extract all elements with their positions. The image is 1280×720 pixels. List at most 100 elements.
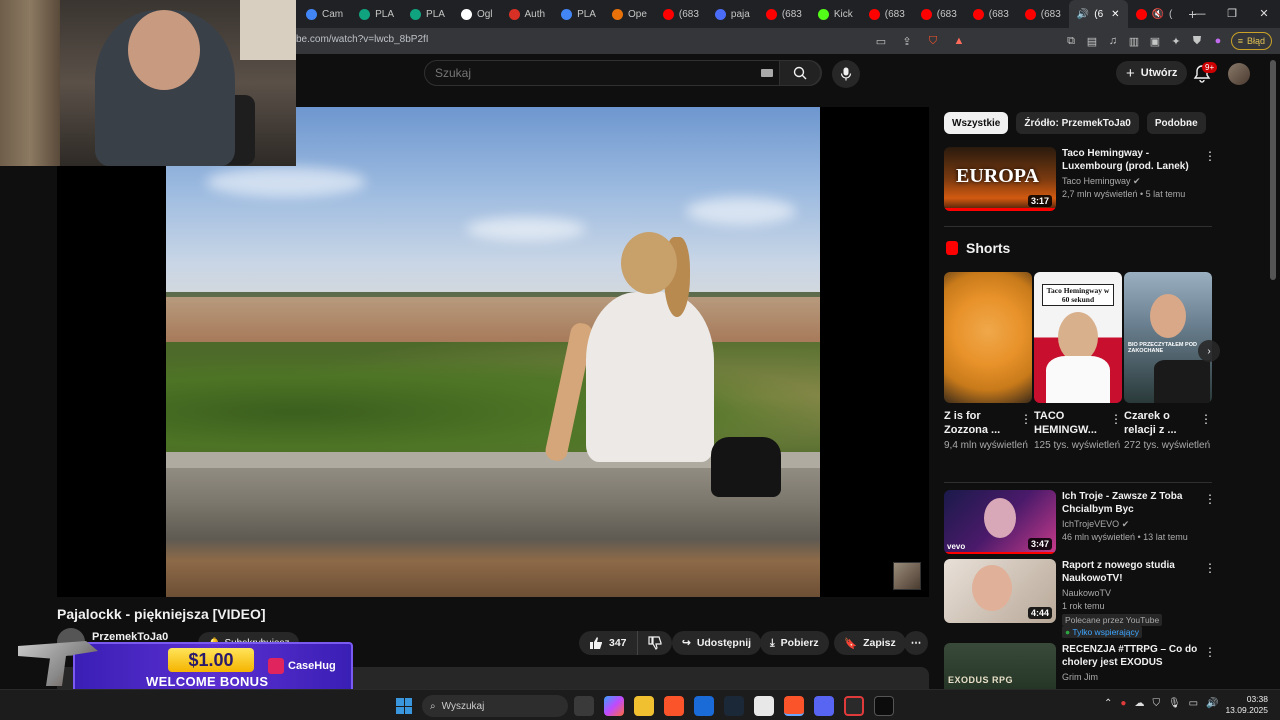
voice-search-button[interactable] (832, 60, 860, 88)
rec-meta: 1 rok temu (1062, 601, 1105, 611)
shorts-next-button[interactable]: › (1198, 340, 1220, 362)
recommended-video[interactable]: vevo 3:47 Ich Troje - Zawsze Z Toba Chci… (944, 490, 1216, 556)
tray-app-icon[interactable]: ● (1120, 698, 1126, 709)
channel-watermark[interactable] (893, 562, 921, 590)
short-item[interactable]: Z is for Zozzona ... 9,4 mln wyświetleń … (944, 272, 1032, 452)
promo-banner[interactable]: $1.00 WELCOME BONUS CaseHug (18, 636, 354, 694)
music-icon[interactable]: ♫ (1104, 32, 1122, 50)
browser-tab[interactable]: PLA (351, 0, 402, 28)
recommended-video[interactable]: EXODUS RPG RECENZJA #TTRPG – Co do chole… (944, 643, 1214, 689)
brave-active-icon[interactable] (784, 696, 804, 716)
recommended-video[interactable]: 4:44 Raport z nowego studia NaukowoTV! N… (944, 559, 1216, 639)
browser-tab[interactable]: Kick (810, 0, 861, 28)
more-icon[interactable]: ⋮ (1204, 492, 1216, 506)
brave-icon[interactable] (664, 696, 684, 716)
recommended-video[interactable]: EUROPA 3:17 Taco Hemingway - Luxembourg … (944, 147, 1216, 213)
browser-tab[interactable]: Ope (604, 0, 655, 28)
taskbar-clock[interactable]: 03:38 13.09.2025 (1224, 694, 1268, 716)
wallet-icon[interactable]: ▣ (1146, 32, 1164, 50)
rec-channel: Grim Jim (1062, 672, 1098, 682)
cloud-icon[interactable]: ☁ (1134, 698, 1144, 709)
close-tab-icon[interactable]: ✕ (1111, 9, 1119, 20)
tab-favicon-icon (920, 8, 932, 20)
browser-tab[interactable]: PLA (553, 0, 604, 28)
more-icon[interactable]: ⋮ (1200, 412, 1212, 426)
more-icon[interactable]: ⋮ (1204, 149, 1216, 163)
members-only-tag: ● Tylko wspierający (1062, 626, 1142, 638)
minimize-button[interactable]: — (1184, 0, 1216, 28)
terminal-icon[interactable] (874, 696, 894, 716)
browser-tab[interactable]: Ogl (453, 0, 501, 28)
video-duration: 3:17 (1027, 195, 1052, 207)
download-button[interactable]: ⤓ Pobierz (760, 631, 829, 655)
reading-list-icon[interactable]: ▥ (1125, 32, 1143, 50)
volume-icon[interactable]: 🔊 (1206, 698, 1218, 709)
browser-tab[interactable]: (683 (861, 0, 913, 28)
url-field[interactable]: be.com/watch?v=lwcb_8bP2fI (296, 34, 429, 45)
save-button[interactable]: 🔖 Zapisz (834, 631, 906, 655)
more-icon[interactable]: ⋮ (1020, 412, 1032, 426)
maximize-button[interactable]: ❐ (1216, 0, 1248, 28)
windows-start-icon[interactable] (396, 698, 412, 714)
browser-tab[interactable]: (683 (1017, 0, 1069, 28)
display-icon[interactable]: ▭ (1189, 698, 1198, 709)
tab-last[interactable]: 🔇 ( (1128, 0, 1181, 28)
browser-tab[interactable]: (683 (913, 0, 965, 28)
shield-icon[interactable]: ⛉ (1152, 698, 1160, 709)
steam-icon[interactable] (724, 696, 744, 716)
ai-icon[interactable]: ✦ (1167, 32, 1185, 50)
discord-icon[interactable] (814, 696, 834, 716)
sidebar-icon[interactable]: ▤ (1083, 32, 1101, 50)
dislike-button[interactable] (637, 631, 672, 655)
browser-tab[interactable]: (683 (758, 0, 810, 28)
file-explorer-icon[interactable] (634, 696, 654, 716)
tab-active[interactable]: 🔊 (6 ✕ (1068, 0, 1128, 28)
keyboard-icon[interactable] (761, 69, 773, 77)
short-item[interactable]: BIO PRZECZYTAŁEM POD ZAKOCHANE Czarek o … (1124, 272, 1212, 452)
error-button[interactable]: ≡ Błąd (1230, 32, 1272, 50)
microphone-icon[interactable]: 🎙 (1168, 698, 1181, 709)
chip-all[interactable]: Wszystkie (944, 112, 1009, 134)
brave-rewards-icon[interactable]: ▲ (950, 32, 968, 50)
share-button[interactable]: ↪ Udostępnij (672, 631, 762, 655)
tab-strip: Cam PLA PLA Ogl Auth PLA Ope (683 paja (683 Kick (6… (298, 0, 1069, 28)
browser-tab[interactable]: Cam (298, 0, 351, 28)
extensions-icon[interactable]: ⧉ (1062, 32, 1080, 50)
chip-similar[interactable]: Podobne (1146, 112, 1206, 134)
screen-cast-icon[interactable]: ▭ (872, 32, 890, 50)
task-view-icon[interactable] (574, 696, 594, 716)
page-scrollbar[interactable] (1270, 60, 1276, 280)
more-actions-button[interactable]: ⋯ (904, 631, 928, 655)
video-player[interactable] (57, 107, 929, 597)
copilot-icon[interactable] (604, 696, 624, 716)
search-input[interactable] (425, 66, 755, 80)
chevron-right-icon[interactable]: › (1188, 115, 1192, 129)
browser-tab[interactable]: (683 (965, 0, 1017, 28)
close-window-button[interactable]: ✕ (1248, 0, 1280, 28)
short-item[interactable]: Taco Hemingway w 60 sekund TACO HEMINGW.… (1034, 272, 1122, 452)
store-icon[interactable] (694, 696, 714, 716)
thumbnail-text: Taco Hemingway w 60 sekund (1042, 284, 1114, 306)
taskbar-search[interactable]: ⌕ Wyszukaj (422, 695, 568, 717)
chip-source[interactable]: Źródło: PrzemekToJa0 (1016, 112, 1139, 134)
search-button[interactable] (779, 60, 821, 86)
browser-tab[interactable]: paja (707, 0, 758, 28)
create-button[interactable]: + Utwórz (1116, 61, 1188, 85)
share-icon[interactable]: ⇪ (898, 32, 916, 50)
verified-icon: ✔ (1133, 176, 1141, 186)
vpn-icon[interactable]: ⛊ (1188, 32, 1206, 50)
browser-tab[interactable]: Auth (501, 0, 554, 28)
like-button[interactable]: 347 (579, 631, 638, 655)
browser-tab[interactable]: (683 (655, 0, 707, 28)
profile-icon[interactable]: ● (1209, 32, 1227, 50)
brave-shield-icon[interactable]: ⛉ (924, 32, 942, 50)
notepad-icon[interactable] (754, 696, 774, 716)
account-avatar[interactable] (1228, 63, 1250, 85)
obs-icon[interactable] (844, 696, 864, 716)
more-icon[interactable]: ⋮ (1110, 412, 1122, 426)
more-icon[interactable]: ⋮ (1204, 645, 1214, 659)
tab-favicon-icon (972, 8, 984, 20)
browser-tab[interactable]: PLA (402, 0, 453, 28)
more-icon[interactable]: ⋮ (1204, 561, 1216, 575)
chevron-up-icon[interactable]: ⌃ (1104, 698, 1112, 709)
